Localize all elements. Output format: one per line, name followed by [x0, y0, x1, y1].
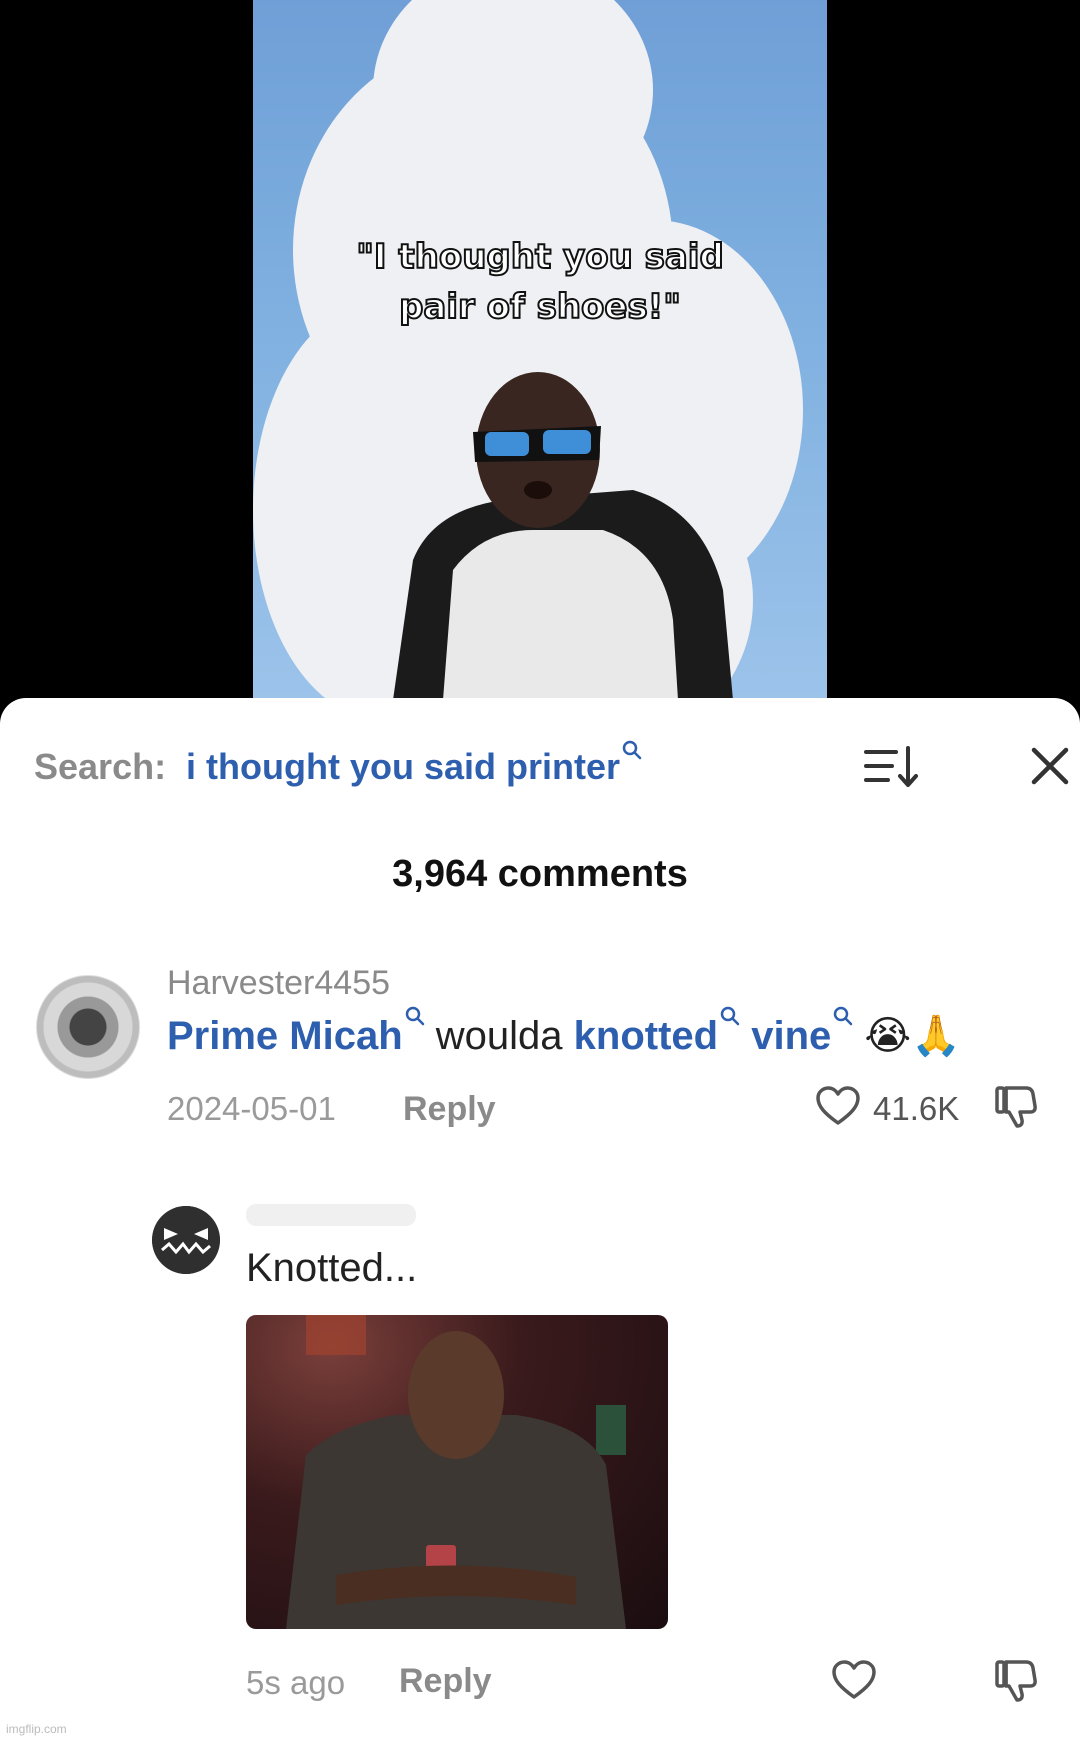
search-keyword-link[interactable]: vine [751, 1014, 831, 1058]
caption-line: "I thought you said [355, 236, 725, 278]
comment-emoji: 😭🙏 [853, 1014, 961, 1058]
dislike-icon[interactable] [992, 1082, 1040, 1130]
search-icon [834, 1006, 853, 1026]
sort-icon[interactable] [862, 742, 922, 792]
search-icon [405, 1006, 424, 1026]
comment-text-part [740, 1014, 751, 1058]
person-figure [393, 372, 733, 700]
watermark: imgflip.com [6, 1722, 67, 1736]
search-bar[interactable]: Search: i thought you said printer [34, 738, 1080, 790]
reply-button[interactable]: Reply [399, 1662, 492, 1701]
avatar[interactable] [36, 975, 140, 1079]
reply-button[interactable]: Reply [403, 1090, 496, 1129]
search-icon [720, 1006, 740, 1026]
search-label: Search: [34, 746, 167, 787]
search-query[interactable]: i thought you said printer [186, 740, 642, 788]
video-player[interactable]: "I thought you said pair of shoes!" [253, 0, 827, 700]
search-keyword-link[interactable]: knotted [574, 1014, 718, 1058]
dislike-icon[interactable] [992, 1656, 1040, 1704]
avatar[interactable] [152, 1206, 220, 1274]
comment-username[interactable]: Harvester4455 [167, 964, 390, 1003]
comment-image[interactable] [246, 1315, 668, 1629]
comments-sheet: Search: i thought you said printer 3,964… [0, 698, 1080, 1738]
comment-count: 3,964 comments [392, 853, 688, 895]
search-icon [622, 740, 642, 760]
search-keyword-link[interactable]: Prime Micah [167, 1014, 403, 1058]
comment-image-figure [286, 1315, 626, 1629]
comment-text-part: woulda [424, 1014, 574, 1058]
heart-icon[interactable] [830, 1656, 878, 1704]
like-count: 41.6K [873, 1090, 960, 1127]
search-query-text: i thought you said printer [186, 746, 620, 787]
video-caption: "I thought you said pair of shoes!" [253, 232, 827, 332]
comment-text: Prime Micah woulda knotted vine 😭🙏 [167, 1006, 961, 1059]
comment-text: Knotted... [246, 1246, 418, 1290]
heart-icon[interactable] [814, 1082, 862, 1130]
close-icon[interactable] [1026, 742, 1074, 790]
comment-date: 2024-05-01 [167, 1090, 336, 1127]
caption-line: pair of shoes!" [398, 286, 682, 328]
comment-time: 5s ago [246, 1664, 346, 1701]
comment-username-redacted [246, 1204, 416, 1226]
